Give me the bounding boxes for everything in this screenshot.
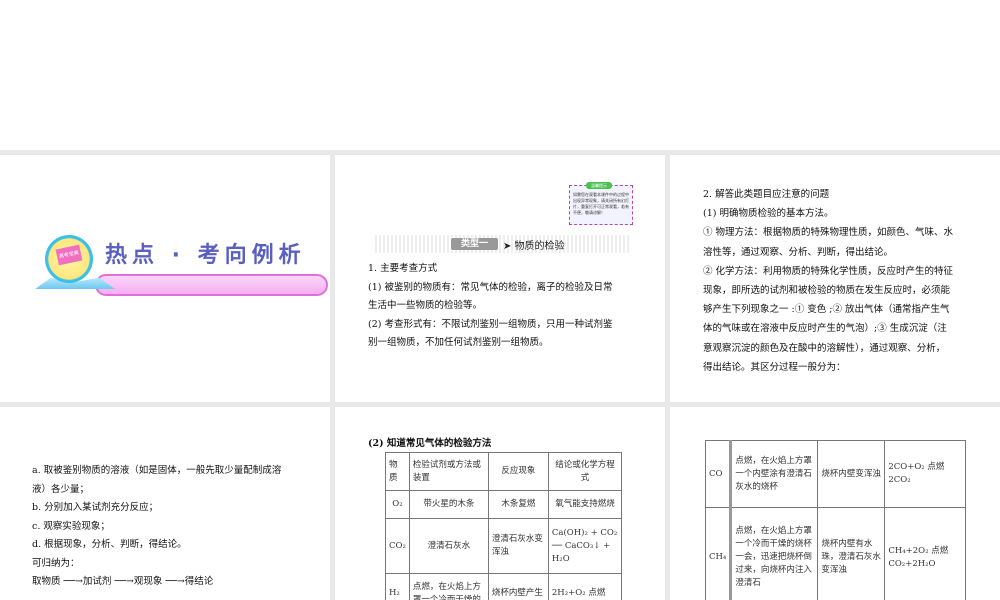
slide-thumbnail-6[interactable]: CO 点燃，在火焰上方罩一个内壁涂有澄清石灰水的烧杯 烧杯内壁变浑浊 2CO+O… bbox=[670, 407, 1000, 600]
cell: 烧杯内壁变浑浊 bbox=[817, 440, 886, 508]
text-line: ② 化学方法：利用物质的特殊化学性质，反应时产生的特征 bbox=[703, 265, 954, 277]
cell: H₂ bbox=[385, 573, 410, 600]
text-line: 意观察沉淀的颜色及在酸中的溶解性），通过观察、分析， bbox=[703, 342, 946, 354]
type-tag: 类型一 bbox=[451, 238, 499, 250]
cell: 点燃，在火焰上方罩一个内壁涂有澄清石灰水的烧杯 bbox=[729, 440, 819, 508]
text-line: 1. 主要考查方式 bbox=[368, 263, 438, 274]
text-line: a. 取被鉴别物质的溶液（如是固体，一般先取少量配制成溶 bbox=[32, 465, 282, 476]
slide-thumbnail-4[interactable]: a. 取被鉴别物质的溶液（如是固体，一般先取少量配制成溶 液）各少量； b. 分… bbox=[0, 407, 330, 600]
header-cell: 检验试剂或方法或装置 bbox=[408, 452, 489, 491]
text-line: 生活中一些物质的检验等。 bbox=[368, 300, 483, 311]
badge-text: 高考宝典 bbox=[55, 244, 83, 266]
slide-thumbnail-3[interactable]: 2. 解答此类题目应注意的问题 (1) 明确物质检验的基本方法。 ① 物理方法：… bbox=[670, 155, 1000, 402]
cell: 烧杯内壁有水珠，澄清石灰水变浑浊 bbox=[817, 507, 886, 600]
text-line: ① 物理方法：根据物质的特殊物理性质，如颜色、气味、水 bbox=[703, 227, 954, 239]
slide-text: 1. 主要考查方式 (1) 被鉴别的物质有：常见气体的检验，离子的检验及日常 生… bbox=[368, 260, 612, 353]
text-line: 2. 解答此类题目应注意的问题 bbox=[703, 189, 830, 200]
table-header-row: 物质 检验试剂或方法或装置 反应现象 结论或化学方程式 bbox=[385, 452, 623, 491]
slide-thumbnail-2[interactable]: 温馨提示如需您在观看本课件中的过程中出现异常现象，请关闭所有幻灯片，重复打开可正… bbox=[335, 155, 665, 402]
text-line: c. 观察实验现象； bbox=[32, 520, 110, 532]
cell: 带火星的木条 bbox=[408, 490, 489, 519]
gas-test-table-continued: CO 点燃，在火焰上方罩一个内壁涂有澄清石灰水的烧杯 烧杯内壁变浑浊 2CO+O… bbox=[704, 440, 966, 600]
cell: Ca(OH)₂ + CO₂ ── CaCO₃↓ + H₂O bbox=[547, 518, 623, 574]
text-line: 得出结论。其区分过程一般分为： bbox=[703, 361, 846, 373]
text-line: d. 根据现象，分析、判断，得结论。 bbox=[32, 539, 187, 550]
empty-area bbox=[0, 0, 1000, 150]
section-title: 热点 · 考向例析 bbox=[105, 243, 306, 268]
table-row: H₂ 点燃，在火焰上方罩一个冷而干燥的 烧杯内壁产生 2H₂+O₂ 点燃 bbox=[385, 573, 623, 600]
tip-box: 温馨提示如需您在观看本课件中的过程中出现异常现象，请关闭所有幻灯片，重复打开可正… bbox=[569, 182, 633, 225]
cell: 点燃，在火焰上方罩一个冷而干燥的 bbox=[408, 573, 489, 600]
text-line: 取物质 ──→加试剂 ──→观现象 ──→得结论 bbox=[32, 576, 214, 587]
badge-icon: 高考宝典 bbox=[45, 235, 93, 283]
slide-text: 2. 解答此类题目应注意的问题 (1) 明确物质检验的基本方法。 ① 物理方法：… bbox=[703, 185, 953, 377]
table-row: CH₄ 点燃，在火焰上方罩一个冷而干燥的烧杯一会，迅速把烧杯倒过来，向烧杯内注入… bbox=[704, 507, 966, 600]
text-line: (1) 被鉴别的物质有：常见气体的检验，离子的检验及日常 bbox=[368, 281, 613, 293]
type-header: 类型一 ➤ 物质的检验 bbox=[375, 235, 630, 253]
text-line: 液）各少量； bbox=[32, 483, 90, 495]
title-bar bbox=[95, 274, 328, 296]
cell: O₂ bbox=[385, 490, 410, 519]
cell: 2CO+O₂ 点燃 2CO₂ bbox=[884, 440, 966, 508]
cell: CO₂ bbox=[385, 518, 410, 574]
text-line: 现象，即所选的试剂和被检验的物质在发生反应时，必须能 bbox=[703, 285, 951, 297]
cell: 澄清石灰水变浑浊 bbox=[487, 518, 549, 574]
text-line: 溶性等，通过观察、分析、判断，得出结论。 bbox=[703, 246, 894, 258]
slide-text: a. 取被鉴别物质的溶液（如是固体，一般先取少量配制成溶 液）各少量； b. 分… bbox=[32, 462, 281, 592]
slide-thumbnail-1[interactable]: 高考宝典 热点 · 考向例析 bbox=[0, 155, 330, 402]
gas-test-table: 物质 检验试剂或方法或装置 反应现象 结论或化学方程式 O₂ 带火星的木条 木条复燃… bbox=[385, 452, 623, 600]
text-line: 够产生下列现象之一 :① 变色 ;② 放出气体（通常指产生气 bbox=[703, 304, 950, 316]
header-cell: 结论或化学方程式 bbox=[547, 452, 623, 491]
cell: 点燃，在火焰上方罩一个冷而干燥的烧杯一会，迅速把烧杯倒过来，向烧杯内注入澄清石 bbox=[729, 507, 819, 600]
cell: 木条复燃 bbox=[487, 490, 549, 519]
text-line: (1) 明确物质检验的基本方法。 bbox=[703, 208, 834, 220]
cell: CO bbox=[704, 440, 732, 508]
text-line: 体的气味或在溶液中反应时产生的气泡）;③ 生成沉淀（注 bbox=[703, 323, 947, 335]
slide-heading: (2) 知道常见气体的检验方法 bbox=[368, 438, 492, 449]
cell: 澄清石灰水 bbox=[408, 518, 489, 574]
cell: 烧杯内壁产生 bbox=[487, 573, 549, 600]
text-line: b. 分别加入某试剂充分反应； bbox=[32, 502, 159, 513]
tip-body: 如需您在观看本课件中的过程中出现异常现象，请关闭所有幻灯片，重复打开可正常观看，… bbox=[573, 192, 629, 215]
table-row: O₂ 带火星的木条 木条复燃 氧气能支持燃烧 bbox=[385, 490, 623, 519]
type-label: ➤ 物质的检验 bbox=[503, 241, 565, 252]
text-line: 可归纳为： bbox=[32, 557, 80, 569]
slide-thumbnail-5[interactable]: (2) 知道常见气体的检验方法 物质 检验试剂或方法或装置 反应现象 结论或化学… bbox=[335, 407, 665, 600]
cell: 氧气能支持燃烧 bbox=[547, 490, 623, 519]
text-line: (2) 考查形式有：不限试剂鉴别一组物质，只用一种试剂鉴 bbox=[368, 318, 613, 330]
header-cell: 反应现象 bbox=[487, 452, 549, 491]
cell: 2H₂+O₂ 点燃 bbox=[547, 573, 623, 600]
header-cell: 物质 bbox=[385, 452, 410, 491]
text-line: 别一组物质，不加任何试剂鉴别一组物质。 bbox=[368, 337, 549, 348]
cell: CH₄+2O₂ 点燃 CO₂+2H₂O bbox=[884, 507, 966, 600]
table-row: CO 点燃，在火焰上方罩一个内壁涂有澄清石灰水的烧杯 烧杯内壁变浑浊 2CO+O… bbox=[704, 440, 966, 508]
table-row: CO₂ 澄清石灰水 澄清石灰水变浑浊 Ca(OH)₂ + CO₂ ── CaCO₃↓ … bbox=[385, 518, 623, 574]
cell: CH₄ bbox=[704, 507, 732, 600]
tip-title: 温馨提示 bbox=[586, 182, 612, 189]
